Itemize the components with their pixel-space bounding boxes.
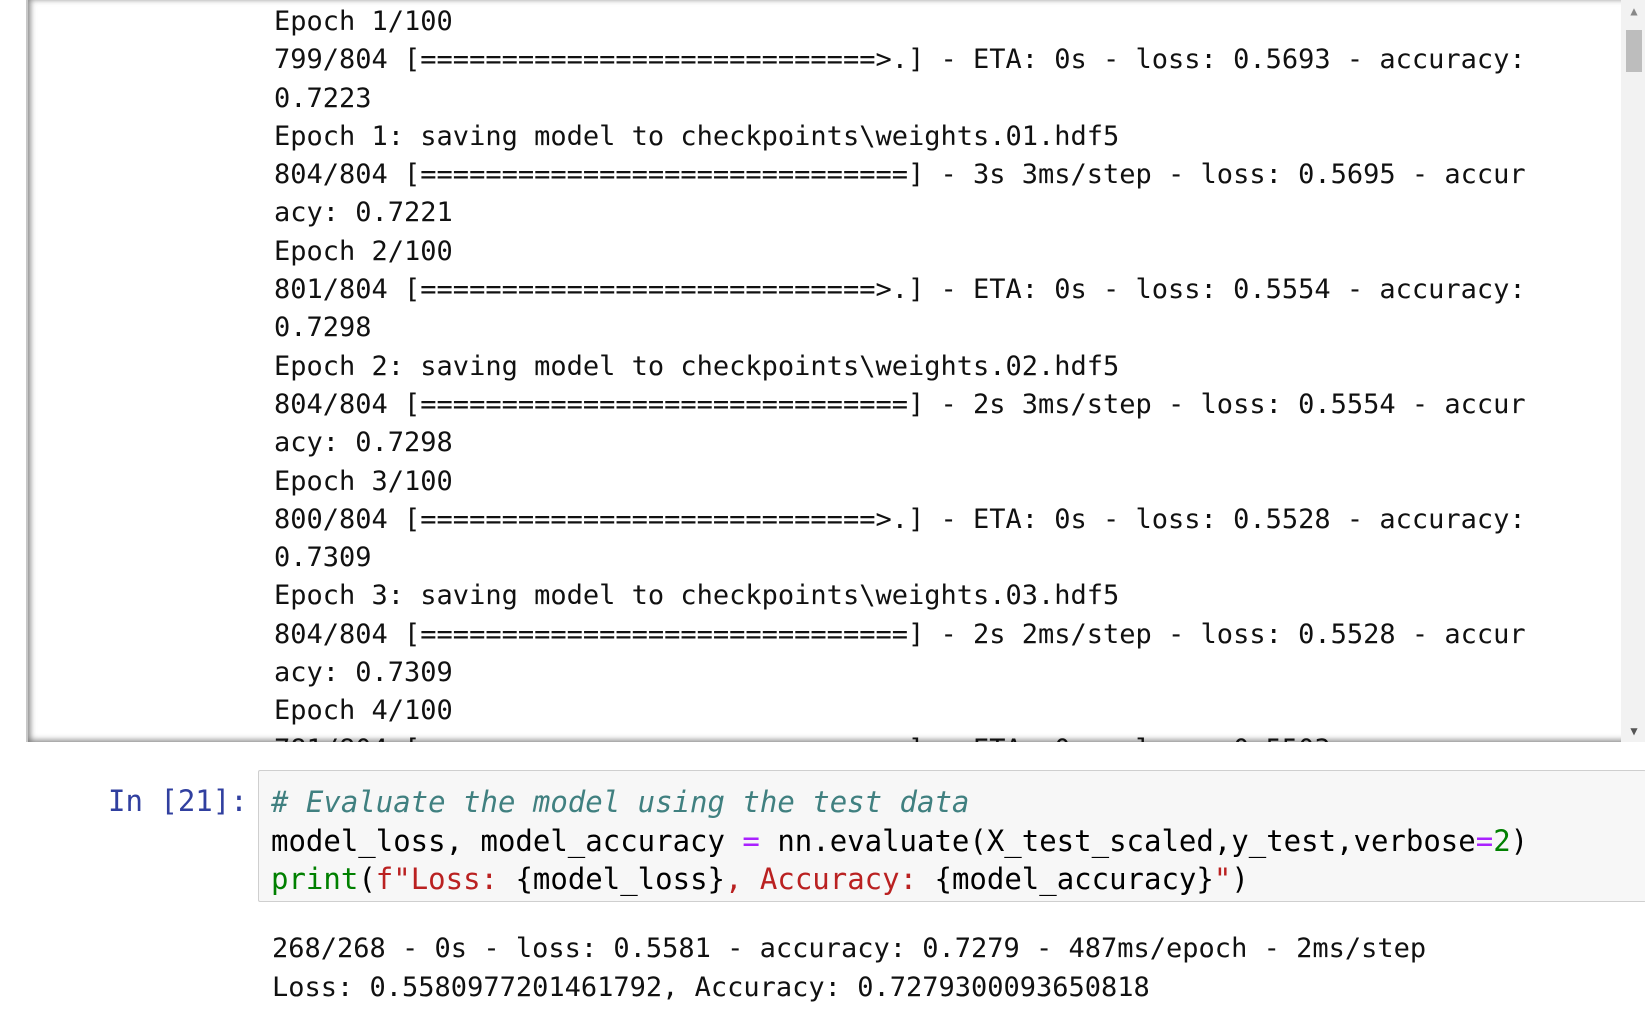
output-scrollbar[interactable]: ▲ ▼ — [1621, 0, 1645, 742]
code-cell-input[interactable]: # Evaluate the model using the test data… — [258, 770, 1645, 902]
scrolled-output-area[interactable]: Epoch 1/100 799/804 [===================… — [26, 0, 1645, 742]
output-line: Loss: 0.5580977201461792, Accuracy: 0.72… — [272, 971, 1150, 1003]
output-line: acy: 0.7298 — [274, 427, 453, 459]
output-line: 799/804 [============================>.]… — [274, 44, 1526, 76]
code-token: ( — [358, 862, 376, 896]
output-line: acy: 0.7221 — [274, 197, 453, 229]
notebook-page: Epoch 1/100 799/804 [===================… — [0, 0, 1645, 1020]
code-line: model_loss, model_accuracy = nn.evaluate… — [271, 822, 1528, 861]
output-line: 801/804 [============================>.]… — [274, 274, 1526, 306]
cell-output: 268/268 - 0s - loss: 0.5581 - accuracy: … — [272, 930, 1426, 1007]
output-line: Epoch 2/100 — [274, 235, 453, 267]
code-operator: = — [1475, 823, 1494, 858]
output-line: acy: 0.7309 — [274, 657, 453, 689]
output-line: 804/804 [==============================]… — [274, 388, 1526, 420]
code-token: nn.evaluate(X_test_scaled,y_test,verbose — [759, 823, 1476, 858]
code-token: model_loss, model_accuracy — [271, 823, 743, 858]
output-line: Epoch 1: saving model to checkpoints\wei… — [274, 120, 1120, 152]
code-token: ) — [1231, 862, 1249, 896]
output-line: 0.7223 — [274, 82, 372, 114]
code-string: f"Loss: — [375, 862, 516, 896]
output-line: Epoch 3: saving model to checkpoints\wei… — [274, 580, 1120, 612]
code-editor[interactable]: # Evaluate the model using the test data… — [271, 783, 1528, 899]
output-line: 0.7309 — [274, 542, 372, 574]
code-string: " — [1213, 862, 1232, 896]
code-builtin: print — [271, 862, 359, 896]
code-number: 2 — [1493, 823, 1511, 858]
output-line: 800/804 [============================>.]… — [274, 503, 1526, 535]
scroll-up-arrow-icon[interactable]: ▲ — [1621, 0, 1645, 22]
output-line: 804/804 [==============================]… — [274, 618, 1526, 650]
code-line: # Evaluate the model using the test data — [271, 783, 1528, 822]
cell-prompt: In [21]: — [108, 784, 248, 818]
output-line: Epoch 1/100 — [274, 6, 453, 37]
code-token: {model_loss} — [515, 862, 725, 896]
scroll-down-arrow-icon[interactable]: ▼ — [1621, 720, 1645, 742]
output-line: 804/804 [==============================]… — [274, 159, 1526, 191]
code-line: print(f"Loss: {model_loss}, Accuracy: {m… — [271, 860, 1528, 899]
scrollbar-thumb[interactable] — [1626, 30, 1642, 72]
output-line: 0.7298 — [274, 312, 372, 344]
output-line: Epoch 2: saving model to checkpoints\wei… — [274, 350, 1120, 382]
output-line: Epoch 3/100 — [274, 465, 453, 497]
output-line: Epoch 4/100 — [274, 695, 453, 727]
code-operator: = — [742, 823, 760, 858]
code-token: {model_accuracy} — [934, 862, 1214, 896]
code-string: , Accuracy: — [724, 862, 935, 896]
output-line: 268/268 - 0s - loss: 0.5581 - accuracy: … — [272, 933, 1427, 964]
code-comment: # Evaluate the model using the test data — [271, 785, 970, 819]
code-token: ) — [1510, 823, 1529, 858]
output-line: 781/804 [===========================>..]… — [274, 731, 1634, 742]
training-log: Epoch 1/100 799/804 [===================… — [274, 3, 1634, 742]
